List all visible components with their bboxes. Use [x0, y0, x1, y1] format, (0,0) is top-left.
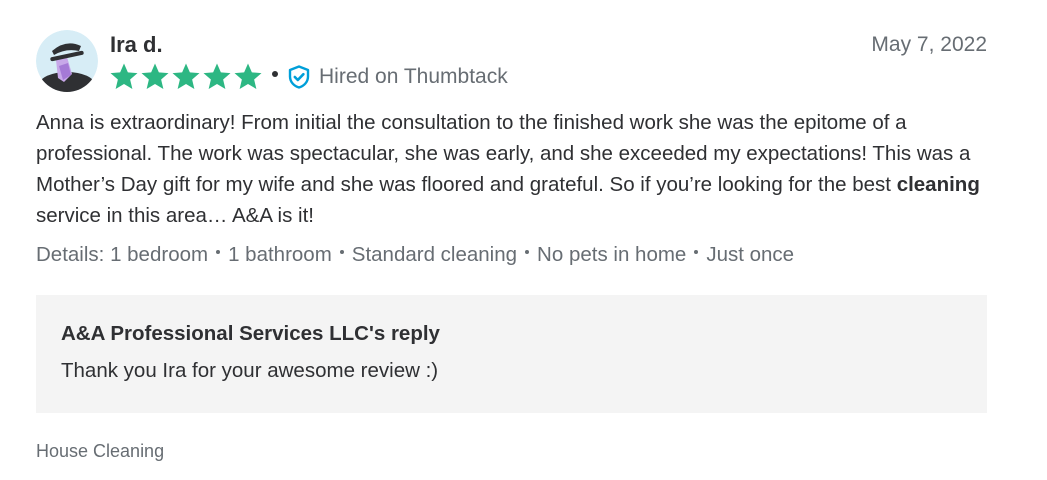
detail-item: No pets in home	[537, 243, 687, 266]
detail-item: Just once	[706, 243, 795, 266]
reply-title: A&A Professional Services LLC's reply	[61, 322, 440, 345]
details-separator	[525, 250, 530, 254]
rating-row: Hired on Thumbtack	[109, 62, 508, 92]
verified-shield-check-icon	[288, 65, 310, 89]
star-icon	[234, 63, 262, 89]
review-header: Ira d. May 7, 2022 Hired on Thumbtack	[36, 30, 987, 94]
details-separator	[339, 250, 344, 254]
reviewer-name: Ira d.	[110, 32, 163, 57]
reply-text: Thank you Ira for your awesome review :)	[61, 359, 439, 382]
review-body: Anna is extraordinary! From initial the …	[36, 107, 987, 231]
star-icon	[110, 63, 138, 89]
star-icon	[141, 63, 169, 89]
business-reply: A&A Professional Services LLC's reply Th…	[36, 295, 987, 413]
details-prefix: Details:	[36, 243, 105, 266]
job-details: Details: 1 bedroom 1 bathroom Standard cle…	[36, 241, 987, 269]
detail-item: 1 bedroom	[110, 243, 209, 266]
avatar	[36, 30, 98, 92]
star-icon	[203, 63, 231, 89]
detail-item: Standard cleaning	[351, 243, 518, 266]
separator-dot	[272, 71, 278, 77]
review-body-text: Anna is extraordinary! From initial the …	[36, 111, 971, 196]
review-body-text-end: service in this area… A&A is it!	[36, 204, 315, 227]
star-rating	[109, 62, 263, 92]
service-category: House Cleaning	[36, 441, 165, 461]
details-separator	[694, 250, 699, 254]
star-icon	[172, 63, 200, 89]
review-date: May 7, 2022	[871, 33, 987, 56]
review-card: Ira d. May 7, 2022 Hired on Thumbtack An…	[36, 30, 987, 462]
avatar-illustration	[36, 30, 98, 92]
details-separator	[216, 250, 221, 254]
review-body-keyword: cleaning	[896, 173, 980, 196]
detail-item: 1 bathroom	[228, 243, 332, 266]
hired-on-thumbtack-label: Hired on Thumbtack	[319, 65, 508, 88]
